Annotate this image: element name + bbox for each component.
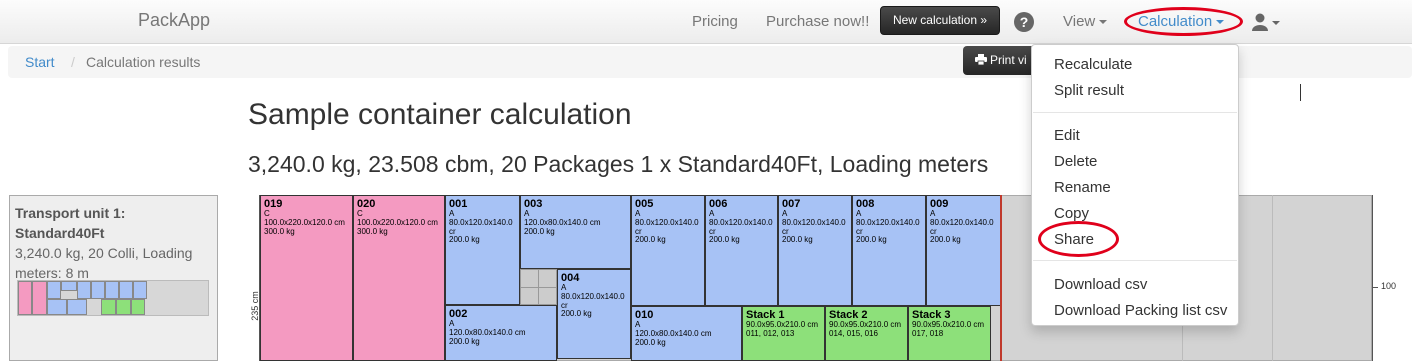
empty-slot [520, 269, 557, 305]
package-id: 006 [709, 198, 728, 210]
package-dims: 80.0x120.0x140.0 cr [635, 217, 699, 236]
transport-unit-panel[interactable]: Transport unit 1: Standard40Ft 3,240.0 k… [9, 195, 218, 361]
package-006[interactable]: 006 A 80.0x120.0x140.0 cr 200.0 kg [705, 195, 778, 306]
printer-icon [975, 54, 987, 66]
nav-view[interactable]: View [1063, 13, 1108, 30]
transport-unit-meta: 3,240.0 kg, 20 Colli, Loading [15, 245, 193, 261]
package-weight: 300.0 kg [357, 226, 388, 236]
help-icon[interactable]: ? [1014, 12, 1034, 32]
breadcrumb-current: Calculation results [86, 54, 201, 70]
package-003[interactable]: 003 A 120.0x80.0x140.0 cm 200.0 kg [520, 195, 631, 269]
package-dims: 80.0x120.0x140.0 cr [709, 217, 773, 236]
axis-tick [1372, 287, 1378, 288]
package-id: 003 [524, 198, 543, 210]
package-weight: 200.0 kg [635, 235, 666, 245]
package-009[interactable]: 009 A 80.0x120.0x140.0 cr 200.0 kg [926, 195, 1001, 306]
package-010[interactable]: 010 A 120.0x80.0x140.0 cm 200.0 kg [631, 306, 742, 361]
package-weight: 200.0 kg [524, 226, 555, 236]
page-title: Sample container calculation [248, 98, 632, 131]
package-weight: 200.0 kg [635, 337, 666, 347]
transport-unit-thumbnail [17, 280, 209, 316]
menu-rename[interactable]: Rename [1054, 179, 1111, 196]
package-weight: 200.0 kg [561, 309, 592, 319]
package-id: 002 [449, 308, 468, 320]
package-019[interactable]: 019 C 100.0x220.0x120.0 cm 300.0 kg [260, 195, 353, 361]
menu-split-result[interactable]: Split result [1054, 82, 1124, 99]
package-dims: 80.0x120.0x140.0 cr [449, 217, 513, 236]
package-002[interactable]: 002 A 120.0x80.0x140.0 cm 200.0 kg [445, 305, 557, 361]
package-020[interactable]: 020 C 100.0x220.0x120.0 cm 300.0 kg [353, 195, 445, 361]
package-weight: 200.0 kg [709, 235, 740, 245]
highlight-oval-share [1038, 221, 1119, 257]
package-004[interactable]: 004 A 80.0x120.0x140.0 cr 200.0 kg [557, 269, 631, 359]
package-dims: 80.0x120.0x140.0 cr [856, 217, 920, 236]
package-weight: 200.0 kg [782, 235, 813, 245]
nav-purchase[interactable]: Purchase now!! [766, 13, 869, 30]
package-001[interactable]: 001 A 80.0x120.0x140.0 cr 200.0 kg [445, 195, 520, 305]
menu-edit[interactable]: Edit [1054, 127, 1080, 144]
menu-recalculate[interactable]: Recalculate [1054, 56, 1132, 73]
user-icon[interactable] [1252, 12, 1280, 32]
transport-unit-title: Transport unit 1: [15, 205, 126, 221]
calculation-dropdown-menu: Recalculate Split result Edit Delete Ren… [1031, 44, 1239, 326]
package-005[interactable]: 005 A 80.0x120.0x140.0 cr 200.0 kg [631, 195, 705, 306]
package-weight: 200.0 kg [930, 235, 961, 245]
nav-view-label: View [1063, 13, 1096, 30]
package-id: 007 [782, 198, 801, 210]
package-007[interactable]: 007 A 80.0x120.0x140.0 cr 200.0 kg [778, 195, 852, 306]
stack-1[interactable]: Stack 1 90.0x95.0x210.0 cm 011, 012, 013 [742, 306, 825, 361]
package-008[interactable]: 008 A 80.0x120.0x140.0 cr 200.0 kg [852, 195, 926, 306]
load-limit-line [1000, 195, 1002, 361]
tick-label: 100 [1381, 281, 1397, 291]
stack-members: 011, 012, 013 [746, 328, 795, 338]
package-id: 019 [264, 198, 283, 210]
package-id: 004 [561, 272, 580, 284]
package-dims: 80.0x120.0x140.0 cr [561, 291, 625, 310]
y-axis-label: 235 cm [249, 291, 260, 321]
transport-unit-meta-2: meters: 8 m [15, 265, 89, 281]
menu-download-csv[interactable]: Download csv [1054, 276, 1147, 293]
calculation-summary: 3,240.0 kg, 23.508 cbm, 20 Packages 1 x … [248, 151, 989, 177]
package-id: 008 [856, 198, 875, 210]
highlight-oval-calculation [1124, 7, 1243, 36]
axis-right [1372, 195, 1373, 361]
nav-pricing[interactable]: Pricing [692, 13, 738, 30]
menu-download-packing-list[interactable]: Download Packing list csv [1054, 302, 1227, 319]
navbar: PackApp Pricing Purchase now!! New calcu… [0, 0, 1412, 44]
package-dims: 80.0x120.0x140.0 cr [782, 217, 846, 236]
package-weight: 300.0 kg [264, 226, 295, 236]
package-id: 005 [635, 198, 654, 210]
package-weight: 200.0 kg [449, 336, 480, 346]
menu-delete[interactable]: Delete [1054, 153, 1097, 170]
package-id: 020 [357, 198, 376, 210]
stack-members: 017, 018 [912, 328, 944, 338]
print-view-label: Print vi [990, 53, 1027, 67]
menu-divider [1033, 112, 1237, 113]
stack-2[interactable]: Stack 2 90.0x95.0x210.0 cm 014, 015, 016 [825, 306, 908, 361]
package-id: 001 [449, 198, 468, 210]
package-weight: 200.0 kg [856, 235, 887, 245]
stack-members: 014, 015, 016 [829, 328, 878, 338]
breadcrumb-start[interactable]: Start [25, 54, 55, 70]
new-calculation-button[interactable]: New calculation » [880, 6, 1000, 35]
package-dims: 80.0x120.0x140.0 cr [930, 217, 994, 236]
breadcrumb-separator: / [71, 54, 75, 70]
package-id: 009 [930, 198, 949, 210]
menu-copy[interactable]: Copy [1054, 205, 1089, 222]
text-cursor [1300, 84, 1301, 101]
package-weight: 200.0 kg [449, 235, 480, 245]
package-id: 010 [635, 309, 654, 321]
grid-line [1272, 195, 1273, 361]
transport-unit-type: Standard40Ft [15, 225, 105, 241]
stack-3[interactable]: Stack 3 90.0x95.0x210.0 cm 017, 018 [908, 306, 991, 361]
brand-logo[interactable]: PackApp [138, 10, 210, 31]
chevron-down-icon [1099, 20, 1108, 25]
menu-divider [1033, 260, 1237, 261]
